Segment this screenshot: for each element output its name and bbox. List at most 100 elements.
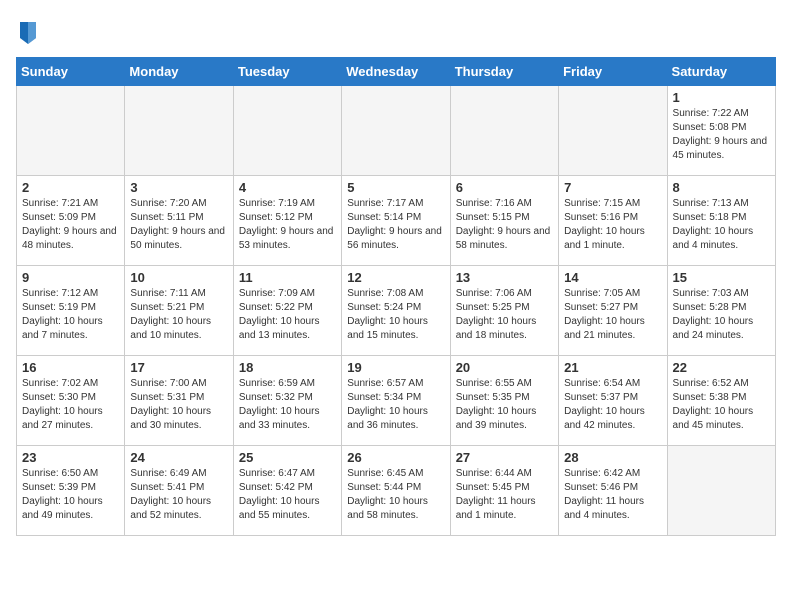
calendar-day: 1 Sunrise: 7:22 AM Sunset: 5:08 PM Daylig… xyxy=(667,86,775,176)
calendar-day: 14 Sunrise: 7:05 AM Sunset: 5:27 PM Dayli… xyxy=(559,266,667,356)
calendar-day: 21 Sunrise: 6:54 AM Sunset: 5:37 PM Dayli… xyxy=(559,356,667,446)
day-info: Sunrise: 7:06 AM Sunset: 5:25 PM Dayligh… xyxy=(456,287,553,343)
day-info: Sunrise: 7:08 AM Sunset: 5:24 PM Dayligh… xyxy=(347,287,444,343)
day-number: 26 xyxy=(347,450,444,465)
day-info: Sunrise: 6:59 AM Sunset: 5:32 PM Dayligh… xyxy=(239,377,336,433)
day-number: 16 xyxy=(22,360,119,375)
calendar-day: 5 Sunrise: 7:17 AM Sunset: 5:14 PM Daylig… xyxy=(342,176,450,266)
calendar-week-5: 23 Sunrise: 6:50 AM Sunset: 5:39 PM Dayli… xyxy=(17,446,776,536)
day-number: 2 xyxy=(22,180,119,195)
calendar-day: 3 Sunrise: 7:20 AM Sunset: 5:11 PM Daylig… xyxy=(125,176,233,266)
day-info: Sunrise: 7:21 AM Sunset: 5:09 PM Dayligh… xyxy=(22,197,119,253)
day-info: Sunrise: 7:17 AM Sunset: 5:14 PM Dayligh… xyxy=(347,197,444,253)
header-sunday: Sunday xyxy=(17,58,125,86)
day-number: 20 xyxy=(456,360,553,375)
calendar-week-3: 9Sunrise: 7:12 AM Sunset: 5:19 PM Daylig… xyxy=(17,266,776,356)
day-number: 10 xyxy=(130,270,227,285)
day-number: 28 xyxy=(564,450,661,465)
day-info: Sunrise: 6:55 AM Sunset: 5:35 PM Dayligh… xyxy=(456,377,553,433)
calendar-day: 18 Sunrise: 6:59 AM Sunset: 5:32 PM Dayli… xyxy=(233,356,341,446)
calendar-day: 22Sunrise: 6:52 AM Sunset: 5:38 PM Dayli… xyxy=(667,356,775,446)
calendar-day xyxy=(559,86,667,176)
calendar-day: 2 Sunrise: 7:21 AM Sunset: 5:09 PM Daylig… xyxy=(17,176,125,266)
calendar-day: 12Sunrise: 7:08 AM Sunset: 5:24 PM Dayli… xyxy=(342,266,450,356)
day-info: Sunrise: 6:44 AM Sunset: 5:45 PM Dayligh… xyxy=(456,467,553,523)
day-info: Sunrise: 7:13 AM Sunset: 5:18 PM Dayligh… xyxy=(673,197,770,253)
calendar-day: 10 Sunrise: 7:11 AM Sunset: 5:21 PM Dayli… xyxy=(125,266,233,356)
calendar-week-1: 1 Sunrise: 7:22 AM Sunset: 5:08 PM Daylig… xyxy=(17,86,776,176)
day-number: 22 xyxy=(673,360,770,375)
day-info: Sunrise: 6:47 AM Sunset: 5:42 PM Dayligh… xyxy=(239,467,336,523)
day-number: 5 xyxy=(347,180,444,195)
calendar-day: 23 Sunrise: 6:50 AM Sunset: 5:39 PM Dayli… xyxy=(17,446,125,536)
calendar-day xyxy=(125,86,233,176)
day-info: Sunrise: 7:03 AM Sunset: 5:28 PM Dayligh… xyxy=(673,287,770,343)
day-number: 15 xyxy=(673,270,770,285)
day-number: 3 xyxy=(130,180,227,195)
day-info: Sunrise: 6:49 AM Sunset: 5:41 PM Dayligh… xyxy=(130,467,227,523)
calendar-day: 19 Sunrise: 6:57 AM Sunset: 5:34 PM Dayli… xyxy=(342,356,450,446)
day-number: 1 xyxy=(673,90,770,105)
header-thursday: Thursday xyxy=(450,58,558,86)
calendar-day: 11 Sunrise: 7:09 AM Sunset: 5:22 PM Dayli… xyxy=(233,266,341,356)
calendar-day: 6Sunrise: 7:16 AM Sunset: 5:15 PM Daylig… xyxy=(450,176,558,266)
day-number: 9 xyxy=(22,270,119,285)
day-info: Sunrise: 7:05 AM Sunset: 5:27 PM Dayligh… xyxy=(564,287,661,343)
calendar-table: SundayMondayTuesdayWednesdayThursdayFrid… xyxy=(16,57,776,536)
header-monday: Monday xyxy=(125,58,233,86)
day-number: 25 xyxy=(239,450,336,465)
calendar-day xyxy=(342,86,450,176)
day-number: 23 xyxy=(22,450,119,465)
calendar-day: 9Sunrise: 7:12 AM Sunset: 5:19 PM Daylig… xyxy=(17,266,125,356)
day-number: 27 xyxy=(456,450,553,465)
calendar-header-row: SundayMondayTuesdayWednesdayThursdayFrid… xyxy=(17,58,776,86)
calendar-day: 15 Sunrise: 7:03 AM Sunset: 5:28 PM Dayli… xyxy=(667,266,775,356)
day-info: Sunrise: 6:57 AM Sunset: 5:34 PM Dayligh… xyxy=(347,377,444,433)
day-info: Sunrise: 7:16 AM Sunset: 5:15 PM Dayligh… xyxy=(456,197,553,253)
day-info: Sunrise: 7:22 AM Sunset: 5:08 PM Dayligh… xyxy=(673,107,770,163)
calendar-week-2: 2 Sunrise: 7:21 AM Sunset: 5:09 PM Daylig… xyxy=(17,176,776,266)
day-number: 8 xyxy=(673,180,770,195)
day-info: Sunrise: 7:11 AM Sunset: 5:21 PM Dayligh… xyxy=(130,287,227,343)
header-friday: Friday xyxy=(559,58,667,86)
calendar-day: 25 Sunrise: 6:47 AM Sunset: 5:42 PM Dayli… xyxy=(233,446,341,536)
calendar-day: 26 Sunrise: 6:45 AM Sunset: 5:44 PM Dayli… xyxy=(342,446,450,536)
day-info: Sunrise: 7:09 AM Sunset: 5:22 PM Dayligh… xyxy=(239,287,336,343)
header-saturday: Saturday xyxy=(667,58,775,86)
calendar-day: 16 Sunrise: 7:02 AM Sunset: 5:30 PM Dayli… xyxy=(17,356,125,446)
day-info: Sunrise: 7:19 AM Sunset: 5:12 PM Dayligh… xyxy=(239,197,336,253)
day-info: Sunrise: 6:42 AM Sunset: 5:46 PM Dayligh… xyxy=(564,467,661,523)
day-number: 24 xyxy=(130,450,227,465)
day-info: Sunrise: 6:45 AM Sunset: 5:44 PM Dayligh… xyxy=(347,467,444,523)
day-number: 11 xyxy=(239,270,336,285)
day-number: 14 xyxy=(564,270,661,285)
day-number: 4 xyxy=(239,180,336,195)
calendar-day: 13 Sunrise: 7:06 AM Sunset: 5:25 PM Dayli… xyxy=(450,266,558,356)
day-info: Sunrise: 7:02 AM Sunset: 5:30 PM Dayligh… xyxy=(22,377,119,433)
calendar-day: 4 Sunrise: 7:19 AM Sunset: 5:12 PM Daylig… xyxy=(233,176,341,266)
calendar-week-4: 16 Sunrise: 7:02 AM Sunset: 5:30 PM Dayli… xyxy=(17,356,776,446)
day-info: Sunrise: 7:20 AM Sunset: 5:11 PM Dayligh… xyxy=(130,197,227,253)
calendar-day: 28 Sunrise: 6:42 AM Sunset: 5:46 PM Dayli… xyxy=(559,446,667,536)
logo-icon xyxy=(18,20,38,44)
calendar-day: 20 Sunrise: 6:55 AM Sunset: 5:35 PM Dayli… xyxy=(450,356,558,446)
header-tuesday: Tuesday xyxy=(233,58,341,86)
header-wednesday: Wednesday xyxy=(342,58,450,86)
day-number: 17 xyxy=(130,360,227,375)
page-header xyxy=(16,16,776,49)
day-number: 18 xyxy=(239,360,336,375)
calendar-day: 7 Sunrise: 7:15 AM Sunset: 5:16 PM Daylig… xyxy=(559,176,667,266)
calendar-day: 17 Sunrise: 7:00 AM Sunset: 5:31 PM Dayli… xyxy=(125,356,233,446)
day-number: 21 xyxy=(564,360,661,375)
calendar-body: 1 Sunrise: 7:22 AM Sunset: 5:08 PM Daylig… xyxy=(17,86,776,536)
day-info: Sunrise: 6:54 AM Sunset: 5:37 PM Dayligh… xyxy=(564,377,661,433)
day-number: 13 xyxy=(456,270,553,285)
day-info: Sunrise: 6:50 AM Sunset: 5:39 PM Dayligh… xyxy=(22,467,119,523)
day-number: 19 xyxy=(347,360,444,375)
calendar-day xyxy=(667,446,775,536)
calendar-day: 8 Sunrise: 7:13 AM Sunset: 5:18 PM Daylig… xyxy=(667,176,775,266)
calendar-day: 27 Sunrise: 6:44 AM Sunset: 5:45 PM Dayli… xyxy=(450,446,558,536)
day-info: Sunrise: 7:00 AM Sunset: 5:31 PM Dayligh… xyxy=(130,377,227,433)
day-number: 7 xyxy=(564,180,661,195)
day-info: Sunrise: 7:15 AM Sunset: 5:16 PM Dayligh… xyxy=(564,197,661,253)
